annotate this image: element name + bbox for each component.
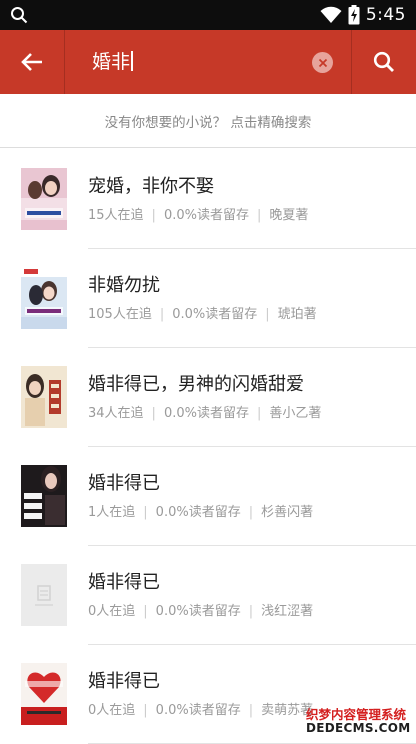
follower-count: 0人在追 bbox=[88, 604, 136, 619]
meta-separator: | bbox=[143, 604, 148, 619]
book-meta: 15人在追 | 0.0%读者留存 | 晚夏著 bbox=[88, 204, 308, 223]
text-caret bbox=[131, 51, 133, 71]
book-author: 浅红涩著 bbox=[261, 604, 314, 619]
toolbar-divider bbox=[64, 30, 65, 94]
book-meta: 105人在追 | 0.0%读者留存 | 琥珀著 bbox=[88, 303, 317, 322]
meta-separator: | bbox=[248, 703, 254, 718]
list-item[interactable]: 婚非得已 0人在追 | 0.0%读者留存 | 浅红涩著 bbox=[0, 546, 416, 645]
retention-rate: 0.0%读者留存 bbox=[172, 307, 258, 322]
meta-separator: | bbox=[248, 604, 254, 619]
book-cover bbox=[21, 267, 67, 329]
watermark: 织梦内容管理系统 DEDECMS.COM bbox=[304, 704, 416, 740]
search-icon bbox=[11, 7, 28, 24]
status-time: 5:45 bbox=[365, 5, 406, 25]
meta-separator: | bbox=[159, 307, 165, 322]
book-title: 宠婚，非你不娶 bbox=[88, 176, 214, 197]
search-input[interactable]: 婚非 bbox=[92, 49, 133, 75]
meta-separator: | bbox=[143, 703, 148, 718]
follower-count: 15人在追 bbox=[88, 208, 144, 223]
exact-search-hint[interactable]: 没有你想要的小说？ 点击精确搜索 bbox=[0, 94, 416, 148]
book-cover bbox=[21, 168, 67, 230]
retention-rate: 0.0%读者留存 bbox=[163, 208, 249, 223]
meta-separator: | bbox=[143, 505, 148, 520]
search-toolbar: 婚非 bbox=[0, 30, 416, 94]
search-button[interactable] bbox=[352, 30, 416, 94]
status-bar: 5:45 bbox=[0, 0, 416, 30]
list-item[interactable]: 婚非得已 1人在追 | 0.0%读者留存 | 杉善闪著 bbox=[0, 447, 416, 546]
retention-rate: 0.0%读者留存 bbox=[155, 505, 241, 520]
retention-rate: 0.0%读者留存 bbox=[155, 604, 241, 619]
watermark-line-2: DEDECMS.COM bbox=[306, 721, 411, 735]
book-cover-placeholder bbox=[21, 564, 67, 626]
book-author: 晚夏著 bbox=[269, 208, 309, 223]
retention-rate: 0.0%读者留存 bbox=[155, 703, 241, 718]
book-title: 婚非得已 bbox=[88, 572, 160, 593]
meta-separator: | bbox=[256, 406, 262, 421]
list-item[interactable]: 非婚勿扰 105人在追 | 0.0%读者留存 | 琥珀著 bbox=[0, 249, 416, 348]
result-list: 宠婚，非你不娶 15人在追 | 0.0%读者留存 | 晚夏著 非婚勿扰 105人在追 | 0… bbox=[0, 150, 416, 744]
book-meta: 1人在追 | 0.0%读者留存 | 杉善闪著 bbox=[88, 501, 313, 520]
book-title: 婚非得已 bbox=[88, 671, 160, 692]
book-title: 非婚勿扰 bbox=[88, 275, 160, 296]
clear-button[interactable] bbox=[312, 52, 333, 73]
list-item[interactable]: 婚非得已，男神的闪婚甜爱 34人在追 | 0.0%读者留存 | 善小乙著 bbox=[0, 348, 416, 447]
book-cover bbox=[21, 663, 67, 725]
meta-separator: | bbox=[151, 208, 156, 223]
book-title: 婚非得已 bbox=[88, 473, 160, 494]
meta-separator: | bbox=[248, 505, 254, 520]
meta-separator: | bbox=[256, 208, 262, 223]
wifi-icon bbox=[320, 6, 342, 23]
book-meta: 0人在追 | 0.0%读者留存 | 浅红涩著 bbox=[88, 600, 313, 619]
back-button[interactable] bbox=[0, 30, 64, 94]
book-author: 杉善闪著 bbox=[261, 505, 314, 520]
search-icon bbox=[373, 51, 394, 72]
list-item[interactable]: 宠婚，非你不娶 15人在追 | 0.0%读者留存 | 晚夏著 bbox=[0, 150, 416, 249]
follower-count: 0人在追 bbox=[88, 703, 136, 718]
book-title: 婚非得已，男神的闪婚甜爱 bbox=[88, 374, 304, 395]
battery-charging-icon bbox=[348, 5, 360, 25]
book-meta: 34人在追 | 0.0%读者留存 | 善小乙著 bbox=[88, 402, 321, 421]
follower-count: 34人在追 bbox=[88, 406, 144, 421]
follower-count: 105人在追 bbox=[88, 307, 152, 322]
back-arrow-icon bbox=[21, 53, 42, 71]
book-author: 琥珀著 bbox=[277, 307, 317, 322]
book-cover bbox=[21, 366, 67, 428]
book-meta: 0人在追 | 0.0%读者留存 | 卖萌苏著 bbox=[88, 699, 313, 718]
book-cover bbox=[21, 465, 67, 527]
book-author: 善小乙著 bbox=[269, 406, 322, 421]
meta-separator: | bbox=[151, 406, 156, 421]
clear-icon bbox=[318, 58, 327, 67]
retention-rate: 0.0%读者留存 bbox=[163, 406, 249, 421]
search-query-text: 婚非 bbox=[92, 51, 131, 73]
follower-count: 1人在追 bbox=[88, 505, 136, 520]
meta-separator: | bbox=[265, 307, 270, 322]
